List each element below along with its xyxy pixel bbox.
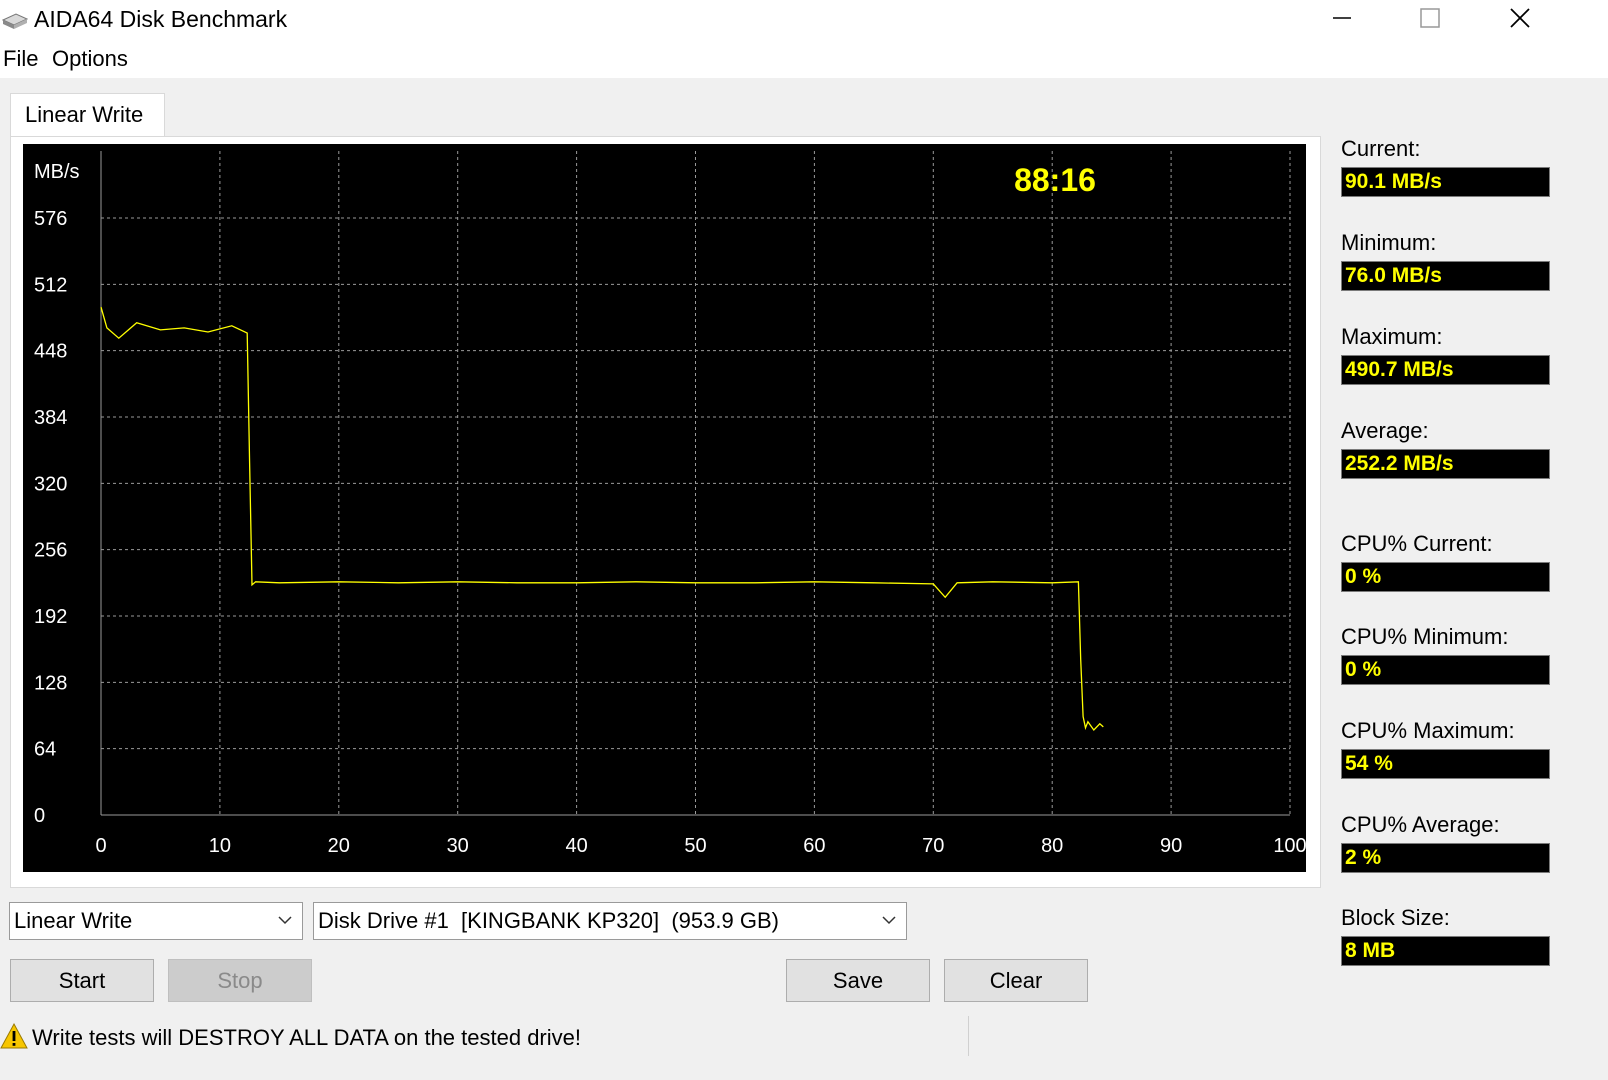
stat-value: 0 % [1341, 655, 1550, 685]
stat-value: 252.2 MB/s [1341, 449, 1550, 479]
maximize-button[interactable] [1385, 0, 1475, 36]
x-tick-label: 40 [565, 835, 587, 857]
status-divider [968, 1016, 969, 1056]
x-tick-label: 60 [803, 835, 825, 857]
stat-value: 76.0 MB/s [1341, 261, 1550, 291]
stat-label: Current: [1341, 136, 1421, 161]
benchmark-chart: 0102030405060708090100%06412819225632038… [23, 144, 1306, 872]
x-tick-label: 70 [922, 835, 944, 857]
chart-svg: 0102030405060708090100%06412819225632038… [34, 151, 1306, 857]
stat-value: 8 MB [1341, 936, 1550, 966]
save-button[interactable]: Save [786, 959, 930, 1002]
stop-button[interactable]: Stop [168, 959, 312, 1002]
y-tick-label: 320 [34, 473, 67, 495]
clear-button[interactable]: Clear [944, 959, 1088, 1002]
y-tick-label: 448 [34, 341, 67, 363]
tab-linear-write[interactable]: Linear Write [10, 93, 165, 137]
stat-label: CPU% Current: [1341, 531, 1493, 556]
y-tick-label: 256 [34, 540, 67, 562]
tab-label: Linear Write [25, 102, 144, 127]
x-tick-label: 80 [1041, 835, 1063, 857]
stat-label: Average: [1341, 418, 1429, 443]
minimize-button[interactable] [1297, 0, 1387, 36]
stat-label: Maximum: [1341, 324, 1443, 349]
stat-label: CPU% Maximum: [1341, 718, 1515, 743]
y-tick-label: 384 [34, 407, 67, 429]
start-button[interactable]: Start [10, 959, 154, 1002]
y-tick-label: 128 [34, 672, 67, 694]
maximize-icon [1420, 8, 1440, 28]
stat-label: CPU% Average: [1341, 812, 1500, 837]
x-tick-label: 50 [684, 835, 706, 857]
stat-value: 90.1 MB/s [1341, 167, 1550, 197]
menu-bar: File Options [0, 40, 1608, 78]
y-tick-label: 512 [34, 274, 67, 296]
stat-label: CPU% Minimum: [1341, 624, 1509, 649]
stat-label: Minimum: [1341, 230, 1437, 255]
test-select[interactable]: Linear Write [9, 902, 303, 940]
x-tick-label: 0 [95, 835, 106, 857]
close-button[interactable] [1475, 0, 1565, 36]
stat-value: 0 % [1341, 562, 1550, 592]
stat-value: 2 % [1341, 843, 1550, 873]
close-icon [1510, 8, 1530, 28]
x-tick-label: 10 [209, 835, 231, 857]
stat-value: 54 % [1341, 749, 1550, 779]
drive-select[interactable]: Disk Drive #1 [KINGBANK KP320] (953.9 GB… [313, 902, 907, 940]
write-speed-trace [100, 306, 1104, 732]
chevron-down-icon [882, 916, 896, 925]
elapsed-timer: 88:16 [1014, 162, 1096, 198]
title-bar: AIDA64 Disk Benchmark [0, 0, 1608, 40]
y-tick-label: 0 [34, 805, 45, 827]
chevron-down-icon [278, 916, 292, 925]
disk-app-icon [2, 13, 28, 29]
menu-file[interactable]: File [3, 45, 38, 73]
stat-label: Block Size: [1341, 905, 1450, 930]
destroy-data-warning: Write tests will DESTROY ALL DATA on the… [32, 1025, 581, 1050]
menu-options[interactable]: Options [52, 45, 128, 73]
y-tick-label: 64 [34, 739, 56, 761]
x-tick-label: 100 [1273, 835, 1306, 857]
y-tick-label: 576 [34, 208, 67, 230]
minimize-icon [1333, 17, 1351, 19]
y-tick-label: 192 [34, 606, 67, 628]
y-axis-label: MB/s [34, 161, 80, 183]
x-tick-label: 20 [328, 835, 350, 857]
drive-select-value: Disk Drive #1 [KINGBANK KP320] (953.9 GB… [318, 908, 779, 933]
window-title: AIDA64 Disk Benchmark [34, 6, 288, 32]
x-tick-label: 90 [1160, 835, 1182, 857]
stat-value: 490.7 MB/s [1341, 355, 1550, 385]
warning-icon [0, 1022, 28, 1049]
test-select-value: Linear Write [14, 908, 133, 933]
x-tick-label: 30 [447, 835, 469, 857]
